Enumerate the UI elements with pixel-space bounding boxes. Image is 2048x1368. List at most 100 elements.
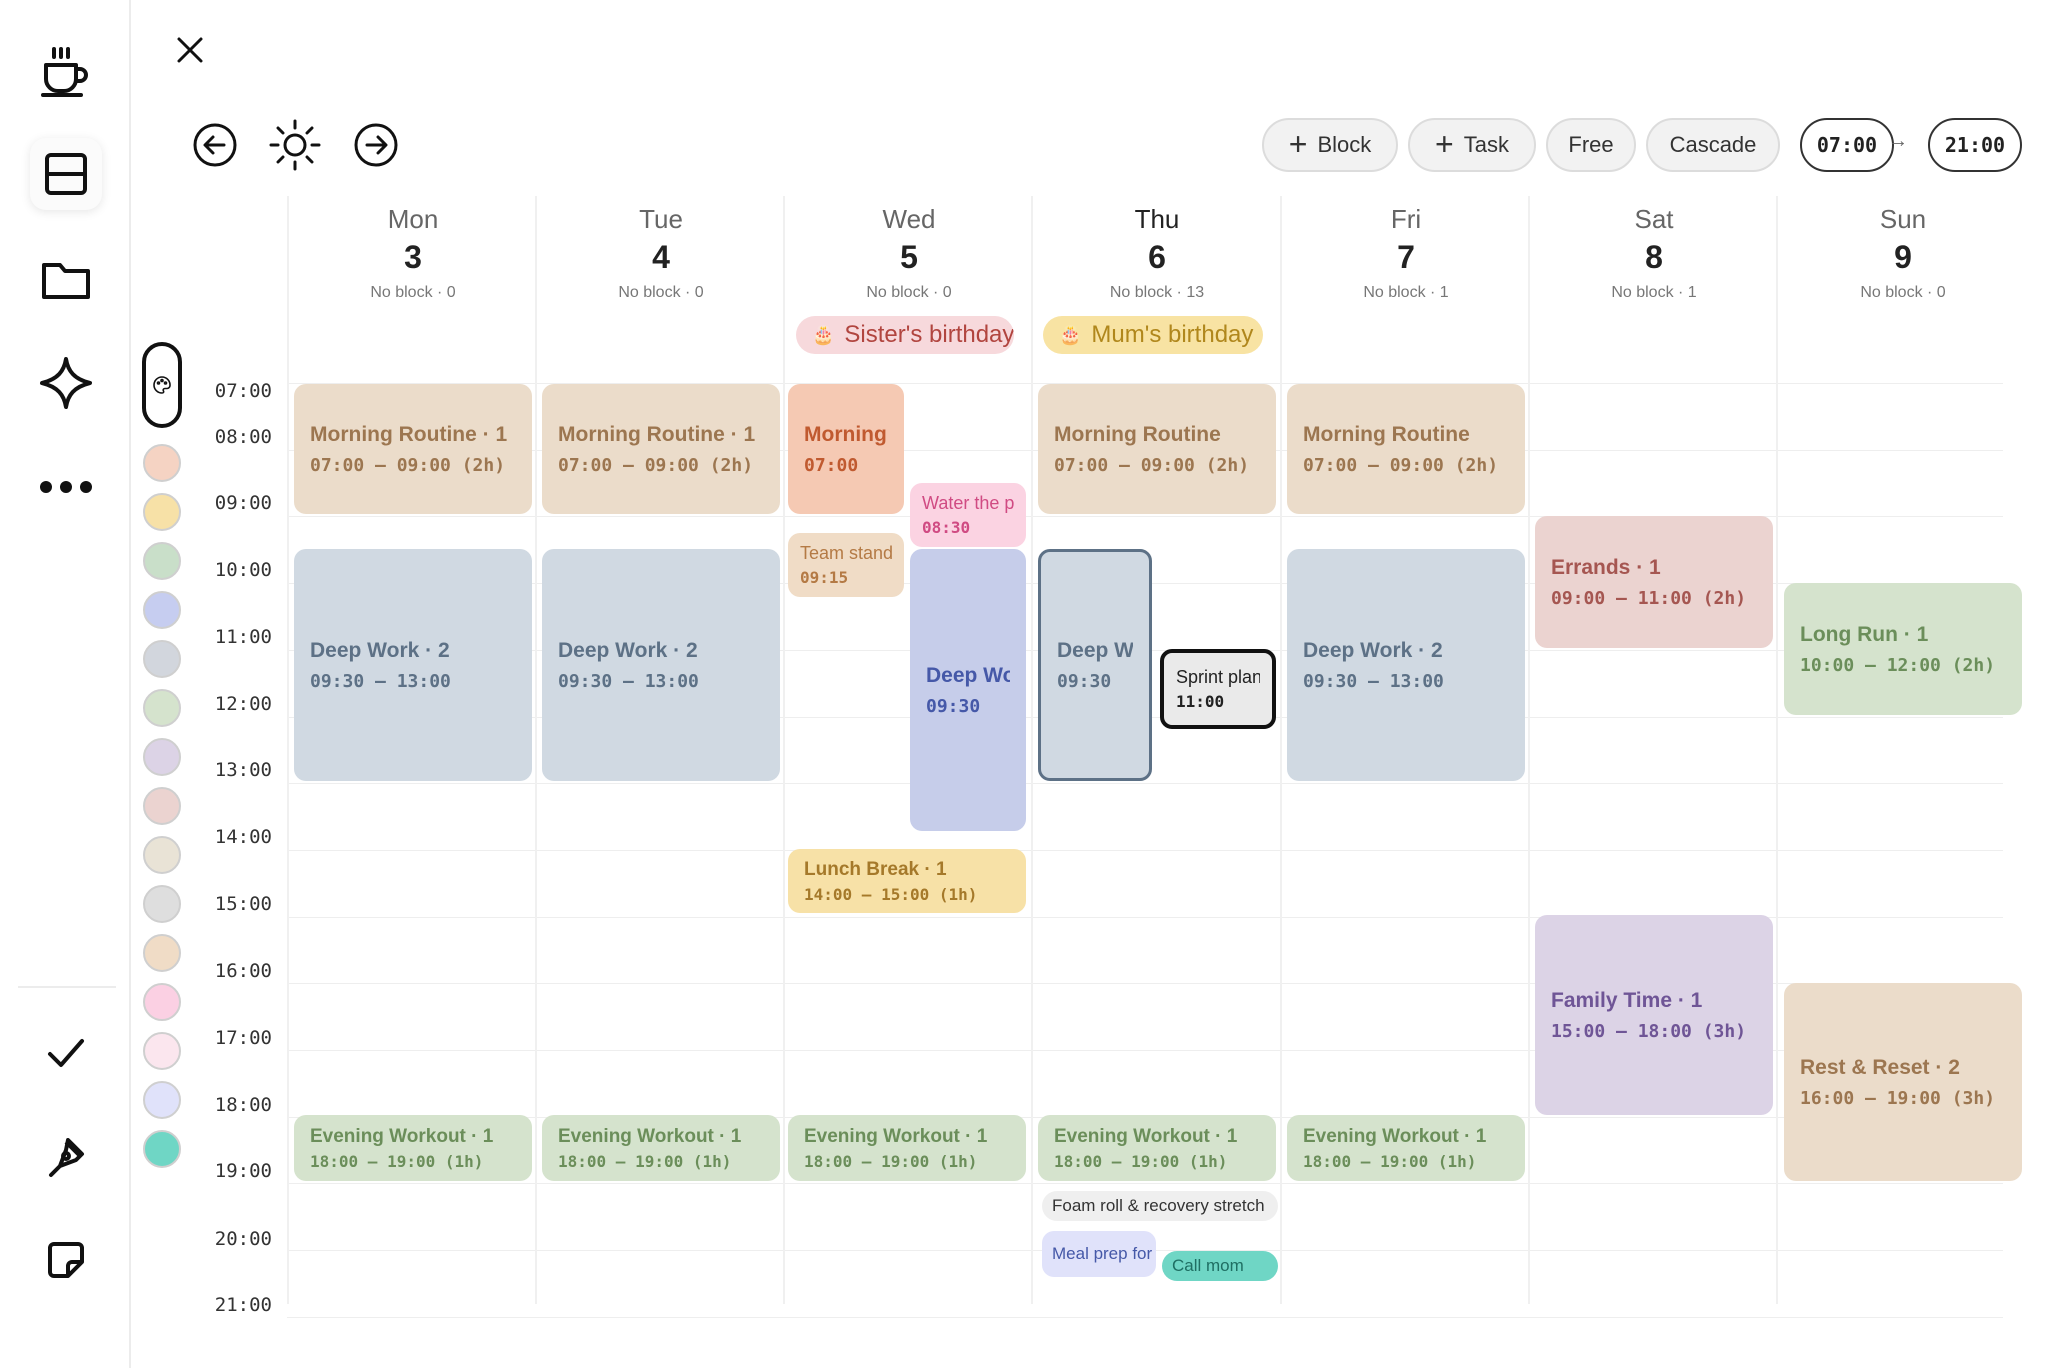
color-swatch[interactable] bbox=[143, 1032, 181, 1070]
day-header-sat[interactable]: Sat 8 No block · 1 bbox=[1531, 204, 1777, 302]
day-name: Mon bbox=[387, 204, 439, 234]
day-header-wed[interactable]: Wed 5 No block · 0 bbox=[786, 204, 1032, 302]
day-date: 9 bbox=[1894, 239, 1912, 275]
color-swatch[interactable] bbox=[143, 640, 181, 678]
event-title: Evening Workout · 1 bbox=[804, 1125, 988, 1147]
day-column-divider bbox=[1776, 196, 1778, 1304]
event-title: Water the plants bbox=[922, 493, 1014, 513]
color-swatch[interactable] bbox=[143, 493, 181, 531]
day-summary: No block · 0 bbox=[866, 284, 952, 301]
close-button[interactable] bbox=[170, 30, 210, 70]
color-swatch[interactable] bbox=[143, 542, 181, 580]
day-column-divider bbox=[1031, 196, 1033, 1304]
day-header-mon[interactable]: Mon 3 No block · 0 bbox=[290, 204, 536, 302]
palette-toggle[interactable] bbox=[142, 342, 182, 428]
prev-week-button[interactable] bbox=[192, 122, 238, 168]
event-title: Evening Workout · 1 bbox=[1054, 1125, 1238, 1147]
sticky-note-icon[interactable] bbox=[30, 1224, 102, 1296]
today-button[interactable] bbox=[268, 118, 322, 172]
calendar-event[interactable]: Morning Routine 07:00 bbox=[788, 384, 904, 514]
event-title: Sprint planning bbox=[1176, 667, 1260, 687]
color-swatch[interactable] bbox=[143, 689, 181, 727]
calendar-event[interactable]: Evening Workout · 1 18:00 – 19:00 (1h) bbox=[1038, 1115, 1276, 1181]
day-header-fri[interactable]: Fri 7 No block · 1 bbox=[1283, 204, 1529, 302]
calendar-event[interactable]: Morning Routine 07:00 – 09:00 (2h) bbox=[1287, 384, 1525, 514]
event-time: 09:30 bbox=[1057, 670, 1112, 692]
check-icon[interactable] bbox=[30, 1017, 102, 1089]
add-task-button[interactable]: + Task bbox=[1408, 118, 1536, 172]
event-time: 18:00 – 19:00 (1h) bbox=[1303, 1151, 1477, 1171]
color-swatch[interactable] bbox=[143, 591, 181, 629]
calendar-event[interactable]: Morning Routine 07:00 – 09:00 (2h) bbox=[1038, 384, 1276, 514]
color-swatch[interactable] bbox=[143, 738, 181, 776]
event-time: 09:30 – 13:00 bbox=[310, 670, 451, 692]
coffee-icon[interactable] bbox=[30, 34, 102, 106]
calendar-event[interactable]: Errands · 1 09:00 – 11:00 (2h) bbox=[1535, 516, 1773, 648]
birthday-chip-sister[interactable]: 🎂 Sister's birthday bbox=[796, 316, 1014, 354]
color-swatch[interactable] bbox=[143, 1130, 181, 1168]
task-chip[interactable]: Meal prep for week bbox=[1042, 1231, 1156, 1277]
calendar-event[interactable]: Sprint planning 11:00 bbox=[1160, 649, 1276, 729]
folder-icon[interactable] bbox=[30, 244, 102, 316]
hour-gridline bbox=[287, 1317, 2003, 1318]
event-time: 07:00 – 09:00 (2h) bbox=[310, 454, 506, 476]
calendar-event[interactable]: Morning Routine · 1 07:00 – 09:00 (2h) bbox=[294, 384, 532, 514]
event-time: 18:00 – 19:00 (1h) bbox=[310, 1151, 484, 1171]
pen-icon[interactable] bbox=[30, 1120, 102, 1192]
calendar-event[interactable]: Water the plants 08:30 bbox=[910, 483, 1026, 547]
birthday-chip-mum[interactable]: 🎂 Mum's birthday bbox=[1043, 316, 1263, 354]
next-week-button[interactable] bbox=[353, 122, 399, 168]
start-time-field[interactable]: 07:00 bbox=[1800, 118, 1894, 172]
time-label: 12:00 bbox=[214, 693, 272, 715]
time-label: 15:00 bbox=[214, 893, 272, 915]
plus-icon: + bbox=[1288, 125, 1308, 162]
day-summary: No block · 0 bbox=[1860, 284, 1946, 301]
day-date: 4 bbox=[652, 239, 670, 275]
calendar-event[interactable]: Team standup 09:15 bbox=[788, 533, 904, 597]
add-block-button[interactable]: + Block bbox=[1262, 118, 1398, 172]
event-time: 14:00 – 15:00 (1h) bbox=[804, 884, 978, 904]
day-header-tue[interactable]: Tue 4 No block · 0 bbox=[538, 204, 784, 302]
color-swatch[interactable] bbox=[143, 1081, 181, 1119]
calendar-event[interactable]: Deep Work · 2 09:30 – 13:00 bbox=[1287, 549, 1525, 781]
calendar-event[interactable]: Evening Workout · 1 18:00 – 19:00 (1h) bbox=[294, 1115, 532, 1181]
event-time: 18:00 – 19:00 (1h) bbox=[558, 1151, 732, 1171]
calendar-event[interactable]: Deep Work · 2 09:30 – 13:00 bbox=[542, 549, 780, 781]
calendar-event[interactable]: Morning Routine · 1 07:00 – 09:00 (2h) bbox=[542, 384, 780, 514]
color-swatch[interactable] bbox=[143, 934, 181, 972]
day-name: Fri bbox=[1390, 204, 1422, 234]
layout-icon[interactable] bbox=[30, 138, 102, 210]
cascade-button[interactable]: Cascade bbox=[1646, 118, 1780, 172]
event-time: 09:15 bbox=[800, 568, 849, 587]
day-header-thu[interactable]: Thu 6 No block · 13 bbox=[1034, 204, 1280, 302]
calendar-event[interactable]: Family Time · 1 15:00 – 18:00 (3h) bbox=[1535, 915, 1773, 1115]
color-swatch[interactable] bbox=[143, 885, 181, 923]
calendar-event[interactable]: Lunch Break · 1 14:00 – 15:00 (1h) bbox=[788, 849, 1026, 913]
time-label: 21:00 bbox=[214, 1294, 272, 1316]
calendar-event[interactable]: Long Run · 1 10:00 – 12:00 (2h) bbox=[1784, 583, 2022, 715]
color-swatch[interactable] bbox=[143, 836, 181, 874]
color-swatch[interactable] bbox=[143, 444, 181, 482]
time-label: 17:00 bbox=[214, 1027, 272, 1049]
calendar-event[interactable]: Rest & Reset · 2 16:00 – 19:00 (3h) bbox=[1784, 983, 2022, 1181]
color-swatch[interactable] bbox=[143, 983, 181, 1021]
day-header-sun[interactable]: Sun 9 No block · 0 bbox=[1780, 204, 2026, 302]
time-label: 11:00 bbox=[214, 626, 272, 648]
event-title: Morning Routine bbox=[1303, 422, 1470, 446]
time-label: 10:00 bbox=[214, 559, 272, 581]
time-label: 18:00 bbox=[214, 1094, 272, 1116]
calendar-event[interactable]: Deep Work 09:30 bbox=[910, 549, 1026, 831]
calendar-event[interactable]: Evening Workout · 1 18:00 – 19:00 (1h) bbox=[788, 1115, 1026, 1181]
calendar-event[interactable]: Evening Workout · 1 18:00 – 19:00 (1h) bbox=[542, 1115, 780, 1181]
end-time-field[interactable]: 21:00 bbox=[1928, 118, 2022, 172]
calendar-event[interactable]: Deep Work · 2 09:30 – 13:00 bbox=[294, 549, 532, 781]
day-summary: No block · 0 bbox=[618, 284, 704, 301]
sparkle-icon[interactable] bbox=[30, 347, 102, 419]
more-icon[interactable] bbox=[30, 451, 102, 523]
task-chip[interactable]: Foam roll & recovery stretch bbox=[1042, 1191, 1278, 1221]
color-swatch[interactable] bbox=[143, 787, 181, 825]
task-chip[interactable]: Call mom bbox=[1162, 1251, 1278, 1281]
calendar-event[interactable]: Evening Workout · 1 18:00 – 19:00 (1h) bbox=[1287, 1115, 1525, 1181]
calendar-event[interactable]: Deep Work 09:30 bbox=[1038, 549, 1152, 781]
free-button[interactable]: Free bbox=[1546, 118, 1636, 172]
